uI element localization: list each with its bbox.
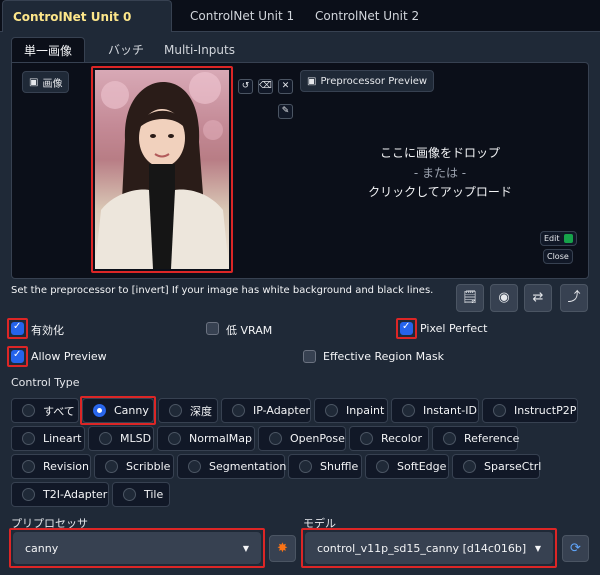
camera-icon[interactable]: ◉ — [490, 284, 518, 312]
control-type-option[interactable]: NormalMap — [157, 426, 255, 451]
image-icon: ▣ — [29, 76, 39, 88]
pixel-perfect-label: Pixel Perfect — [420, 322, 488, 335]
control-type-option[interactable]: IP-Adapter — [221, 398, 311, 423]
control-type-option[interactable]: Inpaint — [314, 398, 388, 423]
radio-dot — [493, 404, 506, 417]
tab-unit-1[interactable]: ControlNet Unit 1 — [180, 0, 304, 32]
radio-dot — [232, 404, 245, 417]
radio-dot — [188, 460, 201, 473]
hint-text: Set the preprocessor to [invert] If your… — [11, 285, 434, 296]
radio-dot — [402, 404, 415, 417]
control-type-label: Control Type — [11, 376, 80, 389]
tab-unit-0[interactable]: ControlNet Unit 0 [Canny] — [2, 0, 172, 56]
control-type-option[interactable]: Recolor — [349, 426, 429, 451]
radio-dot — [22, 404, 35, 417]
edit-button[interactable]: Edit — [540, 231, 577, 246]
brush-icon[interactable]: ✎ — [278, 104, 293, 119]
radio-dot — [99, 432, 112, 445]
low-vram-label: 低 VRAM — [226, 324, 273, 337]
control-type-option[interactable]: すべて — [11, 398, 79, 423]
effective-region-mask-label: Effective Region Mask — [323, 350, 444, 363]
control-type-option[interactable]: Lineart — [11, 426, 85, 451]
explosion-icon[interactable]: ✸ — [269, 535, 296, 562]
image-label-chip: ▣ 画像 — [22, 71, 70, 93]
tab-batch[interactable]: バッチ — [96, 37, 156, 63]
notepad-icon[interactable]: 🗒 — [456, 284, 484, 312]
control-type-option[interactable]: OpenPose — [258, 426, 346, 451]
radio-dot — [443, 432, 456, 445]
radio-dot — [123, 488, 136, 501]
effective-region-mask-checkbox[interactable] — [303, 350, 316, 363]
radio-dot — [325, 404, 338, 417]
radio-dot — [299, 460, 312, 473]
control-type-option[interactable]: T2I-Adapter — [11, 482, 109, 507]
enable-label: 有効化 — [31, 324, 64, 337]
control-type-option[interactable]: Revision — [11, 454, 91, 479]
control-type-option[interactable]: InstructP2P — [482, 398, 578, 423]
edit-icon — [563, 234, 573, 243]
refresh-icon[interactable]: ⟳ — [562, 535, 589, 562]
low-vram-checkbox[interactable] — [206, 322, 219, 335]
radio-dot — [22, 460, 35, 473]
control-type-option[interactable]: Scribble — [94, 454, 174, 479]
allow-preview-highlight — [7, 346, 28, 367]
control-type-option[interactable]: MLSD — [88, 426, 154, 451]
enable-highlight — [7, 318, 28, 339]
radio-dot — [105, 460, 118, 473]
control-type-option[interactable]: Reference — [432, 426, 519, 451]
control-type-option[interactable]: Instant-ID — [391, 398, 479, 423]
tab-multi-inputs[interactable]: Multi-Inputs — [152, 37, 247, 63]
dropzone-text-1[interactable]: ここに画像をドロップ — [340, 144, 540, 161]
undo-icon[interactable]: ↺ — [238, 79, 253, 94]
control-type-option[interactable]: Tile — [112, 482, 170, 507]
control-type-option[interactable]: Segmentation — [177, 454, 286, 479]
radio-dot — [269, 432, 282, 445]
control-type-option[interactable]: SparseCtrl — [452, 454, 541, 479]
close-icon[interactable]: ✕ — [278, 79, 293, 94]
eraser-icon[interactable]: ⌫ — [258, 79, 273, 94]
preprocessor-highlight — [9, 528, 265, 568]
close-button[interactable]: Close — [543, 249, 573, 264]
radio-dot — [22, 488, 35, 501]
radio-dot — [376, 460, 389, 473]
send-arrow-icon[interactable]: ⤴ — [560, 284, 588, 312]
tab-single-image[interactable]: 単一画像 — [11, 37, 86, 63]
image-icon: ▣ — [307, 75, 317, 87]
control-type-option[interactable]: 深度 — [158, 398, 218, 423]
tab-unit-2[interactable]: ControlNet Unit 2 — [305, 0, 429, 32]
radio-dot — [22, 432, 35, 445]
dropzone-text-2: - または - — [413, 166, 467, 180]
dropzone-text-3[interactable]: クリックしてアップロード — [340, 183, 540, 200]
radio-dot — [360, 432, 373, 445]
image-highlight — [91, 66, 233, 273]
radio-dot — [169, 404, 182, 417]
model-highlight — [301, 528, 557, 568]
canny-highlight — [80, 396, 156, 425]
preprocessor-preview-chip: ▣ Preprocessor Preview — [300, 70, 435, 92]
swap-icon[interactable]: ⇄ — [524, 284, 552, 312]
pixel-perfect-highlight — [396, 318, 417, 339]
control-type-option[interactable]: SoftEdge — [365, 454, 449, 479]
control-type-option[interactable]: Shuffle — [288, 454, 362, 479]
radio-dot — [168, 432, 181, 445]
allow-preview-label: Allow Preview — [31, 350, 107, 363]
radio-dot — [463, 460, 476, 473]
